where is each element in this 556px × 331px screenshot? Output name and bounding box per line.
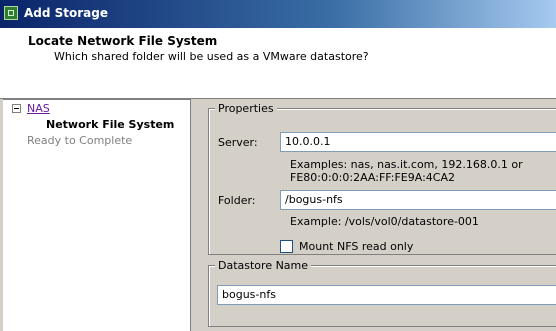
- folder-label: Folder:: [218, 194, 256, 207]
- wizard-header: Locate Network File System Which shared …: [0, 28, 556, 99]
- page-subtitle: Which shared folder will be used as a VM…: [54, 50, 369, 63]
- vmware-storage-icon: [4, 6, 18, 20]
- server-hint: Examples: nas, nas.it.com, 192.168.0.1 o…: [290, 158, 523, 184]
- properties-group: Properties Server: 10.0.0.1 Examples: na…: [208, 102, 556, 255]
- wizard-content: Properties Server: 10.0.0.1 Examples: na…: [191, 99, 556, 330]
- folder-hint: Example: /vols/vol0/datastore-001: [290, 215, 479, 228]
- read-only-label: Mount NFS read only: [299, 240, 414, 253]
- datastore-name-group: Datastore Name bogus-nfs: [208, 259, 556, 327]
- step-nas-link[interactable]: NAS: [27, 102, 50, 115]
- collapse-icon[interactable]: [12, 104, 21, 113]
- step-ready-to-complete: Ready to Complete: [27, 134, 133, 147]
- page-title: Locate Network File System: [28, 34, 218, 48]
- step-network-file-system: Network File System: [46, 118, 175, 131]
- datastore-name-group-label: Datastore Name: [215, 259, 312, 272]
- read-only-checkbox[interactable]: [280, 240, 293, 253]
- properties-group-label: Properties: [215, 102, 277, 115]
- server-label: Server:: [218, 136, 258, 149]
- folder-input[interactable]: /bogus-nfs: [280, 190, 556, 210]
- server-input[interactable]: 10.0.0.1: [280, 132, 556, 152]
- title-bar: Add Storage: [0, 0, 556, 28]
- window-title: Add Storage: [24, 6, 109, 20]
- wizard-steps-pane: NAS Network File System Ready to Complet…: [3, 99, 191, 331]
- datastore-name-input[interactable]: bogus-nfs: [217, 285, 556, 305]
